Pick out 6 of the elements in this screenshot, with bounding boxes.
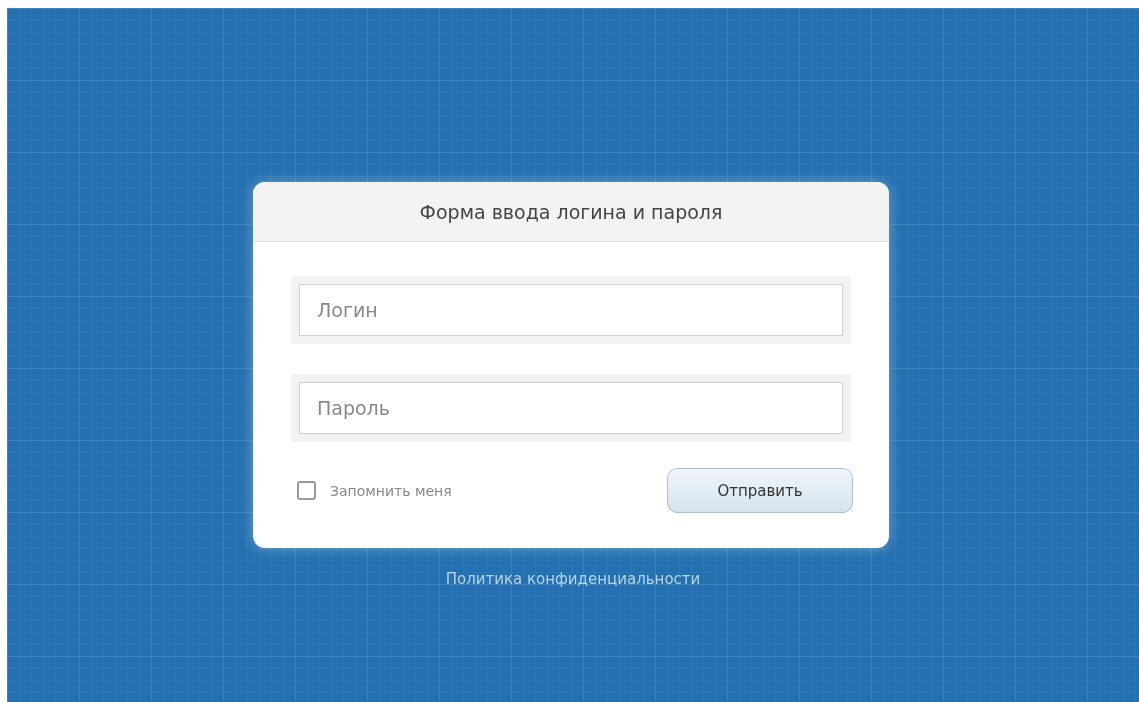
form-title: Форма ввода логина и пароля [419,200,723,223]
input-field[interactable]: Логин [299,284,843,336]
submit-button[interactable]: Отправить [667,468,853,513]
checkbox[interactable] [297,481,316,500]
remember-label: Запомнить меня [330,482,452,499]
input-field[interactable]: Пароль [299,382,843,434]
